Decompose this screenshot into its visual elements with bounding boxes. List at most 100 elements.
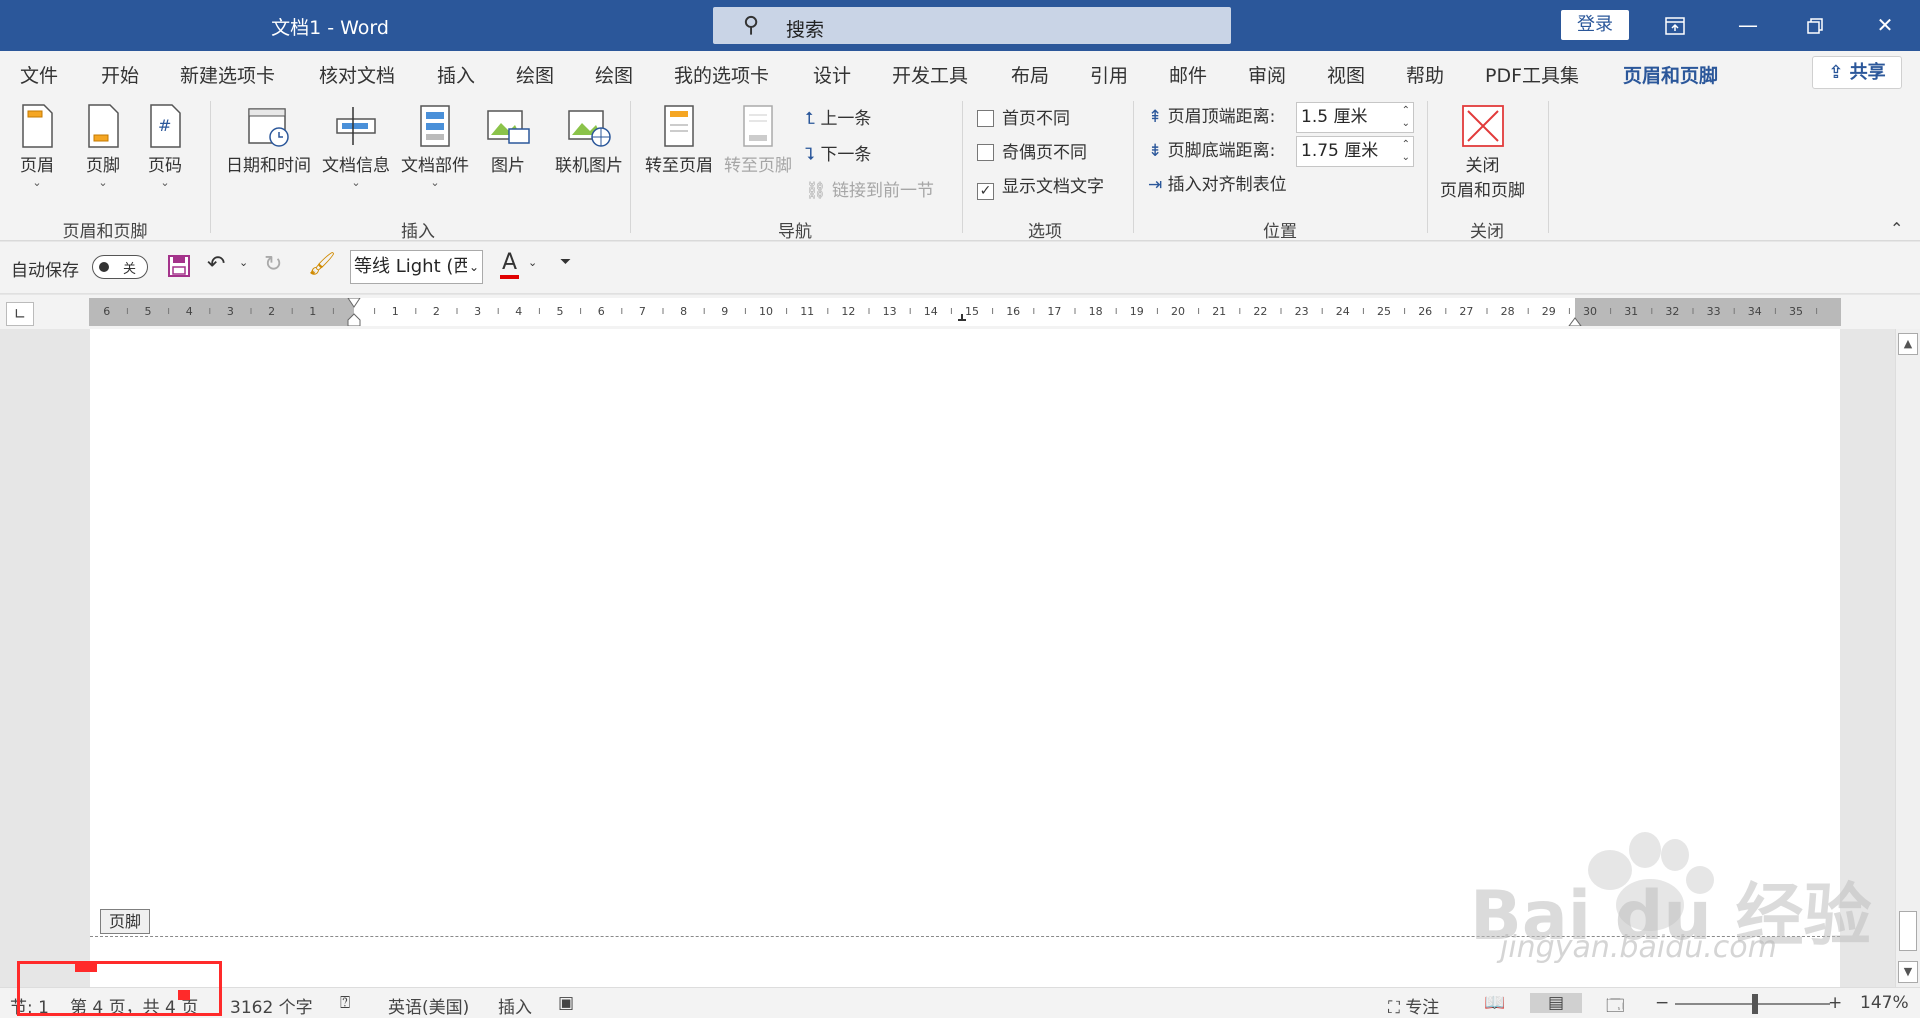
vertical-scrollbar[interactable]: ▲ ▼ — [1895, 329, 1920, 987]
tab-help[interactable]: 帮助 — [1406, 61, 1444, 88]
footer-bottom-distance-input[interactable]: 1.75 厘米 ⌃ ⌄ — [1296, 136, 1414, 167]
font-color-icon[interactable]: A — [500, 250, 520, 279]
web-layout-icon[interactable]: 🗔 — [1606, 993, 1624, 1018]
tab-insert[interactable]: 插入 — [437, 61, 475, 88]
tab-my-tab[interactable]: 我的选项卡 — [674, 61, 769, 88]
doc-info-button[interactable]: 文档信息 ⌄ — [322, 103, 390, 190]
share-button[interactable]: ⇪ 共享 — [1812, 56, 1902, 89]
tab-file[interactable]: 文件 — [20, 61, 58, 88]
next-button[interactable]: ⮧ 下一条 — [805, 141, 871, 169]
word-count[interactable]: 3162 个字 — [230, 993, 313, 1018]
previous-button[interactable]: ⮤ 上一条 — [805, 105, 871, 133]
group-label-header-footer: 页眉和页脚 — [62, 222, 148, 242]
show-doc-text-checkbox[interactable]: ✓ 显示文档文字 — [977, 173, 1104, 201]
autosave-toggle[interactable]: 关 — [92, 255, 148, 279]
minimize-icon[interactable]: — — [1718, 0, 1778, 51]
language-indicator[interactable]: 英语(美国) — [388, 993, 469, 1018]
group-divider — [1133, 101, 1134, 233]
zoom-level[interactable]: 147% — [1860, 993, 1909, 1013]
picture-icon — [487, 110, 530, 144]
tab-pdf-tools[interactable]: PDF工具集 — [1485, 61, 1579, 88]
macro-recording-icon[interactable]: ▣ — [558, 993, 574, 1013]
insert-align-tab-button[interactable]: ⇥ 插入对齐制表位 — [1148, 171, 1287, 199]
picture-button[interactable]: 图片 — [485, 103, 531, 176]
tab-draw-2[interactable]: 绘图 — [595, 61, 633, 88]
tab-layout[interactable]: 布局 — [1011, 61, 1049, 88]
header-distance-icon: ⇞ — [1148, 107, 1168, 127]
diff-odd-even-checkbox[interactable]: 奇偶页不同 — [977, 139, 1087, 167]
section-indicator[interactable]: 节: 1 — [10, 993, 49, 1018]
ruler-number: 24 — [1336, 305, 1350, 318]
tab-design[interactable]: 设计 — [813, 61, 851, 88]
spinner-arrows-icon[interactable]: ⌃ ⌄ — [1402, 104, 1410, 130]
group-label-navigation: 导航 — [778, 222, 812, 242]
ribbon-display-options-icon[interactable] — [1645, 0, 1705, 51]
diff-first-page-checkbox[interactable]: 首页不同 — [977, 105, 1070, 133]
goto-header-button[interactable]: 转至页眉 — [645, 103, 713, 176]
undo-dropdown-icon[interactable]: ⌄ — [239, 256, 248, 269]
goto-footer-button[interactable]: 转至页脚 — [724, 103, 792, 176]
scroll-up-icon[interactable]: ▲ — [1898, 333, 1918, 355]
ruler-number: 18 — [1089, 305, 1103, 318]
page-number-button[interactable]: # 页码 ⌄ — [148, 103, 182, 190]
ruler-number: 29 — [1542, 305, 1556, 318]
link-previous-button[interactable]: ⛓ 链接到前一节 — [805, 177, 934, 205]
insert-mode-indicator[interactable]: 插入 — [498, 993, 532, 1018]
tab-header-footer[interactable]: 页眉和页脚 — [1623, 61, 1719, 97]
ruler-number: 25 — [1377, 305, 1391, 318]
chevron-down-icon: ⌄ — [351, 176, 361, 189]
tab-developer[interactable]: 开发工具 — [892, 61, 968, 88]
tab-references[interactable]: 引用 — [1090, 61, 1128, 88]
tab-new-tab[interactable]: 新建选项卡 — [180, 61, 275, 88]
online-picture-icon — [568, 110, 611, 147]
redo-icon[interactable]: ↻ — [264, 252, 282, 277]
footer-bottom-distance-label: ⇟ 页脚底端距离: — [1148, 141, 1276, 161]
header-top-distance-input[interactable]: 1.5 厘米 ⌃ ⌄ — [1296, 102, 1414, 133]
ruler-number: 4 — [515, 305, 522, 318]
scrollbar-thumb[interactable] — [1899, 911, 1917, 951]
proofing-icon[interactable]: ⍰ — [340, 993, 350, 1013]
ruler-number: 21 — [1212, 305, 1226, 318]
print-layout-icon[interactable]: ▤ — [1530, 993, 1583, 1013]
scroll-down-icon[interactable]: ▼ — [1898, 961, 1918, 983]
date-time-button[interactable]: 日期和时间 — [226, 103, 311, 176]
footer-button[interactable]: 页脚 ⌄ — [86, 103, 120, 190]
ruler-number: 8 — [680, 305, 687, 318]
doc-info-icon — [336, 107, 376, 145]
save-icon[interactable] — [167, 254, 191, 283]
format-painter-icon[interactable]: 🖌 — [308, 252, 336, 277]
font-name-box[interactable]: 等线 Light (西 ⌄ — [350, 250, 483, 284]
tab-proofread[interactable]: 核对文档 — [319, 61, 395, 88]
zoom-out-icon[interactable]: − — [1655, 993, 1669, 1013]
login-button[interactable]: 登录 — [1561, 10, 1629, 40]
horizontal-ruler[interactable]: 6 5 4 3 2 1 1 2 3 4 5 6 7 8 9 10 11 12 13 14 15 16 17 18 19 20 21 2… — [89, 298, 1841, 326]
spinner-arrows-icon[interactable]: ⌃ ⌄ — [1402, 138, 1410, 164]
tab-draw-1[interactable]: 绘图 — [516, 61, 554, 88]
read-mode-icon[interactable]: 📖 — [1484, 993, 1505, 1013]
header-top-distance-label: ⇞ 页眉顶端距离: — [1148, 107, 1276, 127]
search-box[interactable]: ⚲ 搜索 — [713, 7, 1231, 44]
close-window-icon[interactable]: ✕ — [1855, 0, 1915, 51]
focus-button[interactable]: ⛶ 专注 — [1388, 993, 1439, 1018]
online-picture-button[interactable]: 联机图片 — [555, 103, 623, 176]
link-icon: ⛓ — [805, 181, 832, 201]
close-header-footer-button[interactable]: 关闭 页眉和页脚 — [1440, 103, 1525, 201]
doc-parts-button[interactable]: 文档部件 ⌄ — [401, 103, 469, 190]
tab-review[interactable]: 审阅 — [1248, 61, 1286, 88]
chevron-down-icon: ⌄ — [98, 176, 108, 189]
tab-mailings[interactable]: 邮件 — [1169, 61, 1207, 88]
customize-qat-icon[interactable]: ⏷ — [560, 254, 571, 270]
restore-icon[interactable] — [1785, 0, 1845, 51]
zoom-slider-thumb[interactable] — [1752, 994, 1758, 1014]
group-divider — [630, 101, 631, 233]
chevron-down-icon[interactable]: ⌄ — [466, 251, 479, 283]
collapse-ribbon-icon[interactable]: ⌃ — [1890, 219, 1903, 238]
tab-view[interactable]: 视图 — [1327, 61, 1365, 88]
font-color-dropdown-icon[interactable]: ⌄ — [528, 256, 537, 269]
header-button[interactable]: 页眉 ⌄ — [20, 103, 54, 190]
focus-icon: ⛶ — [1388, 998, 1406, 1018]
tab-home[interactable]: 开始 — [101, 61, 139, 88]
undo-icon[interactable]: ↶ — [207, 252, 225, 277]
zoom-in-icon[interactable]: + — [1828, 993, 1842, 1013]
tab-selector-icon[interactable]: ∟ — [6, 302, 34, 326]
